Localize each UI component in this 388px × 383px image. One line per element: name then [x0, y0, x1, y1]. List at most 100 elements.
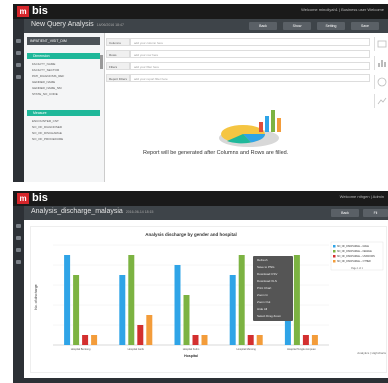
bar-chart[interactable]: Analysis discharge by gender and hospita… [31, 227, 386, 372]
chart-bar [293, 255, 300, 345]
filters-label: Filters [106, 62, 130, 70]
query-analysis-panel: m bis Welcome minoliyah1 | Business user… [13, 4, 388, 182]
rows-label: Rows [106, 50, 130, 58]
legend-item: NO_OF_DISCHARGE -- MALE [337, 245, 369, 248]
title-bar: Analysis_discharge_malaysia 2016-06-14 18… [13, 206, 388, 220]
save-button[interactable]: Save [351, 22, 379, 30]
line-view-icon[interactable] [374, 94, 388, 108]
chart-bar [146, 315, 153, 345]
analysis-chart-panel: m bis Welcome nthgen | Admin Analysis_di… [13, 191, 388, 383]
columns-dropzone[interactable]: add your column here [130, 38, 370, 46]
x-tick-label: Hospital Kulim [183, 347, 200, 351]
filter-button[interactable]: Fil [363, 209, 388, 217]
report-icon[interactable] [16, 51, 21, 55]
chart-bar [174, 265, 181, 345]
settings-icon[interactable] [16, 75, 21, 79]
legend-swatch [333, 245, 336, 248]
welcome-text[interactable]: Welcome minoliyah1 | Business user Welco… [301, 7, 384, 12]
chart-bar [137, 325, 144, 345]
measure-item[interactable]: ENCOUNTER_CNT [32, 119, 59, 123]
title-bar: New Query Analysis 14/06/2016 18:47 Back … [13, 19, 388, 33]
chart-bar [64, 255, 71, 345]
chart-bar [73, 275, 80, 345]
measure-item[interactable]: NO_OF_DISCHARGE [32, 131, 62, 135]
field-item[interactable]: FACILITY_NAME [32, 62, 55, 66]
chart-credit[interactable]: Analytics | Highcharts [357, 351, 386, 355]
menu-item-refresh[interactable]: Refresh [257, 258, 268, 262]
menu-item-print[interactable]: Print Chart [257, 286, 271, 290]
brand-name: bis [32, 5, 48, 17]
field-item[interactable]: FACILITY_SECTOR [32, 68, 59, 72]
chart-bar [229, 275, 236, 345]
legend-item: NO_OF_DISCHARGE -- FEMALE [337, 250, 372, 253]
table-view-icon[interactable] [374, 37, 388, 51]
welcome-text[interactable]: Welcome nthgen | Admin [340, 194, 384, 199]
rows-dropzone[interactable]: add your row here [130, 50, 370, 58]
chart-icon[interactable] [16, 63, 21, 67]
report-placeholder-illustration [219, 110, 281, 147]
chart-bar [119, 275, 126, 345]
brand-logo-badge: m [17, 193, 29, 204]
settings-icon[interactable] [16, 260, 21, 264]
pie-view-icon[interactable] [374, 75, 388, 89]
chart-type-icon[interactable] [374, 56, 388, 70]
scrollbar[interactable] [100, 55, 103, 69]
menu-item-download-csv[interactable]: Download CSV [257, 272, 277, 276]
chart-bar [183, 295, 190, 345]
chart-bar [201, 335, 208, 345]
field-item[interactable]: GENDER_NAME [32, 80, 55, 84]
x-tick-label: Hospital Gerik [128, 347, 145, 351]
measure-item[interactable]: NO_OF_PROCEDURE [32, 137, 63, 141]
top-bar: m bis Welcome minoliyah1 | Business user… [13, 4, 388, 19]
legend-pager: Page 1 of 1 [351, 268, 363, 270]
report-filters-label: Report Filters [106, 74, 130, 82]
home-icon[interactable] [16, 39, 21, 43]
top-bar: m bis Welcome nthgen | Admin [13, 191, 388, 206]
field-item[interactable]: STATE_NO_CODE [32, 92, 58, 96]
menu-item-hide-all[interactable]: Hide All [257, 307, 267, 311]
chart-context-menu: Refresh Save to PNG Download CSV Downloa… [253, 256, 293, 321]
dimension-header[interactable]: Dimension [27, 53, 100, 59]
back-button[interactable]: Back [249, 22, 277, 30]
table-select[interactable]: INPATIENT_VISIT_DIM [27, 37, 100, 45]
columns-label: Columns [106, 38, 130, 46]
chart-bar [91, 335, 98, 345]
measure-item[interactable]: NO_OF_DIAGNOSED [32, 125, 62, 129]
legend-item: NO_OF_DISCHARGE -- UNKNOWN [337, 255, 375, 258]
chart-icon[interactable] [16, 248, 21, 252]
menu-item-save-png[interactable]: Save to PNG [257, 265, 275, 269]
chart-bar [192, 335, 199, 345]
menu-item-zoom-out[interactable]: Zoom Out [257, 300, 270, 304]
chart-bar [82, 335, 89, 345]
back-button[interactable]: Back [331, 209, 359, 217]
brand-logo-badge: m [17, 6, 29, 17]
y-axis-label: No. of discharge [34, 284, 38, 310]
side-nav [13, 19, 24, 182]
x-tick-label: Hospital Mersing [237, 347, 257, 351]
home-icon[interactable] [16, 224, 21, 228]
x-axis-label: Hospital [184, 354, 198, 358]
chart-container: Analysis discharge by gender and hospita… [30, 226, 387, 373]
side-nav [13, 206, 24, 383]
measure-header[interactable]: Measure [27, 110, 100, 116]
show-button[interactable]: Show [283, 22, 311, 30]
menu-item-zoom-in[interactable]: Zoom In [257, 293, 268, 297]
setting-button[interactable]: Setting [317, 22, 345, 30]
menu-item-drag-zoom[interactable]: Select Drag Zoom [257, 314, 281, 318]
menu-item-download-xls[interactable]: Download XLS [257, 279, 277, 283]
legend-swatch [333, 255, 336, 258]
chart-bar [238, 255, 245, 345]
filters-dropzone[interactable]: add your filter here [130, 62, 370, 70]
page-title: New Query Analysis 14/06/2016 18:47 [31, 21, 124, 28]
field-list-panel: INPATIENT_VISIT_DIM Dimension FACILITY_N… [24, 33, 105, 182]
x-tick-label: Hospital Bentong [71, 347, 91, 351]
chart-bar [311, 335, 318, 345]
field-item[interactable]: GENDER_NAME_NM [32, 86, 62, 90]
report-icon[interactable] [16, 236, 21, 240]
brand-name: bis [32, 192, 48, 204]
field-item[interactable]: PATI_DIAGNOSIS_REF [32, 74, 64, 78]
footer-bar [13, 378, 388, 383]
report-filters-dropzone[interactable]: add your report filter here [130, 74, 370, 82]
chart-bar [302, 335, 309, 345]
legend-swatch [333, 250, 336, 253]
